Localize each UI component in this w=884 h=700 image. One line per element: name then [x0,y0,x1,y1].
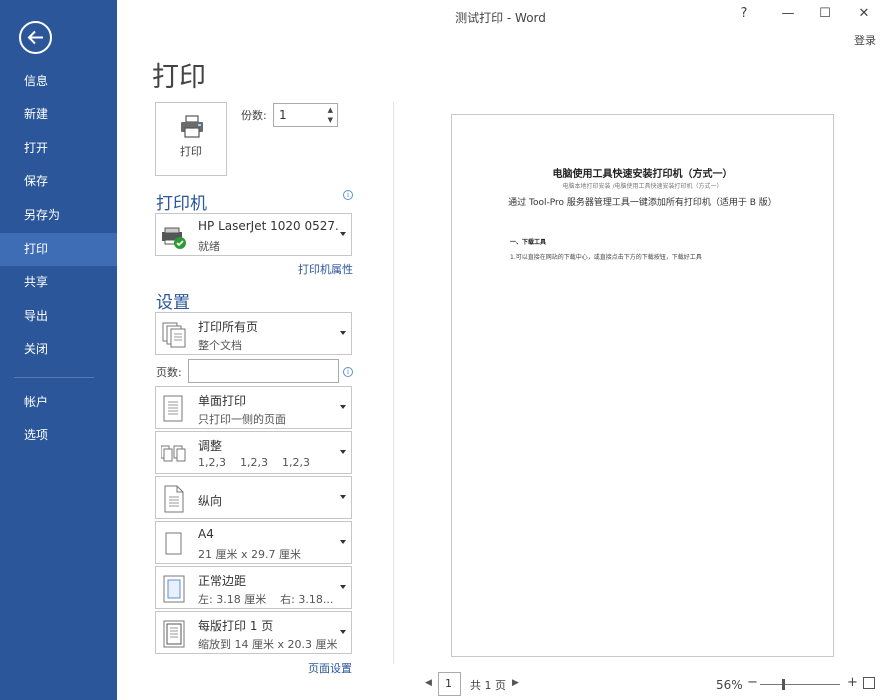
print-button-label: 打印 [180,145,202,158]
one-sided-icon [163,395,183,422]
preview-line: 通过 Tool-Pro 服务器管理工具一键添加所有打印机（适用于 B 版） [508,198,777,208]
print-range-label: 打印所有页 [198,320,259,334]
settings-heading: 设置 [156,293,190,313]
chevron-down-icon [340,495,346,499]
pages-per-sheet-icon [163,620,185,648]
collate-desc: 1,2,3 1,2,3 1,2,3 [198,456,310,469]
printer-status: 就绪 [198,240,220,253]
printer-properties-link[interactable]: 打印机属性 [298,261,353,277]
nav-item-save[interactable]: 保存 [0,165,117,198]
printer-info-icon[interactable]: i [343,190,353,200]
margins-icon [163,575,185,603]
orientation-label: 纵向 [198,494,223,508]
preview-paragraph: 1.可以直接在网站的下载中心，或直接点击下方的下载按钮，下载好工具 [510,254,702,261]
nav-item-share[interactable]: 共享 [0,266,117,299]
printer-icon [181,115,203,138]
spin-up-icon[interactable]: ▲ [328,106,333,114]
pages-label: 页数: [156,366,182,379]
paper-size-dropdown[interactable]: A4 21 厘米 x 29.7 厘米 [155,521,352,564]
close-button[interactable]: ✕ [854,6,874,26]
nav-item-account[interactable]: 帐户 [0,386,117,419]
zoom-in-button[interactable]: + [847,675,858,690]
pages-per-sheet-dropdown[interactable]: 每版打印 1 页 缩放到 14 厘米 x 20.3 厘米 [155,611,352,654]
backstage-nav: 信息 新建 打开 保存 另存为 打印 共享 导出 关闭 帐户 选项 [0,0,117,700]
print-range-desc: 整个文档 [198,339,242,352]
collate-icon [161,445,186,462]
nav-item-open[interactable]: 打开 [0,132,117,165]
chevron-down-icon [340,450,346,454]
spin-down-icon[interactable]: ▼ [328,116,333,124]
zoom-slider-thumb[interactable] [782,679,785,690]
copies-value: 1 [279,108,287,122]
title-bar: 测试打印 - Word ? — ☐ ✕ [117,0,884,32]
chevron-down-icon [340,331,346,335]
zoom-slider[interactable] [760,684,840,685]
chevron-down-icon [340,630,346,634]
nav-item-new[interactable]: 新建 [0,98,117,131]
minimize-button[interactable]: — [778,6,798,26]
print-preview-page: 电脑使用工具快速安装打印机（方式一） 电脑本地打印安装 /电脑使用工具快速安装打… [451,114,834,657]
preview-statusbar: ◀ 1 共 1 页 ▶ 56% − + [394,670,884,700]
nav-item-options[interactable]: 选项 [0,419,117,452]
print-range-dropdown[interactable]: 打印所有页 整个文档 [155,312,352,355]
printer-ready-icon [162,227,186,249]
zoom-to-page-icon[interactable] [863,677,875,689]
print-button[interactable]: 打印 [155,102,227,176]
nav-separator [14,377,94,378]
chevron-down-icon [340,540,346,544]
back-arrow-icon[interactable] [19,21,52,54]
page-setup-link[interactable]: 页面设置 [308,660,352,676]
total-pages: 共 1 页 [470,679,506,692]
sides-desc: 只打印一侧的页面 [198,413,286,426]
all-pages-icon [162,322,186,348]
next-page-icon[interactable]: ▶ [512,678,519,688]
help-button[interactable]: ? [734,6,754,26]
zoom-out-button[interactable]: − [747,675,758,690]
zoom-level[interactable]: 56% [716,678,743,692]
preview-heading: 一、下载工具 [510,239,547,246]
nav-item-info[interactable]: 信息 [0,65,117,98]
orientation-dropdown[interactable]: 纵向 [155,476,352,519]
current-page-input[interactable]: 1 [438,672,461,696]
login-link[interactable]: 登录 [854,32,876,48]
pages-per-sheet-label: 每版打印 1 页 [198,619,274,633]
nav-item-export[interactable]: 导出 [0,300,117,333]
nav-item-close[interactable]: 关闭 [0,333,117,366]
chevron-down-icon [340,405,346,409]
paper-size-label: A4 [198,527,214,541]
printer-name: HP LaserJet 1020 0527... [198,219,340,233]
preview-title: 电脑使用工具快速安装打印机（方式一） [552,169,733,180]
copies-label: 份数: [241,109,267,122]
margins-label: 正常边距 [198,574,247,588]
paper-size-desc: 21 厘米 x 29.7 厘米 [198,548,301,561]
collate-label: 调整 [198,439,223,453]
chevron-down-icon [340,232,346,236]
paper-icon [165,532,182,555]
portrait-icon [164,485,184,513]
chevron-down-icon [340,585,346,589]
printer-dropdown[interactable]: HP LaserJet 1020 0527... 就绪 [155,213,352,256]
prev-page-icon[interactable]: ◀ [425,678,432,688]
printer-heading: 打印机 [156,194,207,214]
margins-dropdown[interactable]: 正常边距 左: 3.18 厘米 右: 3.18... [155,566,352,609]
page-title: 打印 [152,62,206,93]
margins-desc: 左: 3.18 厘米 右: 3.18... [198,593,334,606]
preview-subtitle: 电脑本地打印安装 /电脑使用工具快速安装打印机（方式一） [562,183,723,190]
pages-info-icon[interactable]: i [343,367,353,377]
maximize-button[interactable]: ☐ [815,6,835,26]
pages-per-sheet-desc: 缩放到 14 厘米 x 20.3 厘米 [198,638,338,651]
pages-input[interactable] [188,359,339,383]
panel-divider [393,102,394,664]
sides-label: 单面打印 [198,394,247,408]
collate-dropdown[interactable]: 调整 1,2,3 1,2,3 1,2,3 [155,431,352,474]
copies-stepper[interactable]: 1 ▲ ▼ [273,103,338,127]
sides-dropdown[interactable]: 单面打印 只打印一侧的页面 [155,386,352,429]
window-title: 测试打印 - Word [455,11,546,25]
nav-item-print[interactable]: 打印 [0,233,117,266]
nav-item-save-as[interactable]: 另存为 [0,199,117,232]
